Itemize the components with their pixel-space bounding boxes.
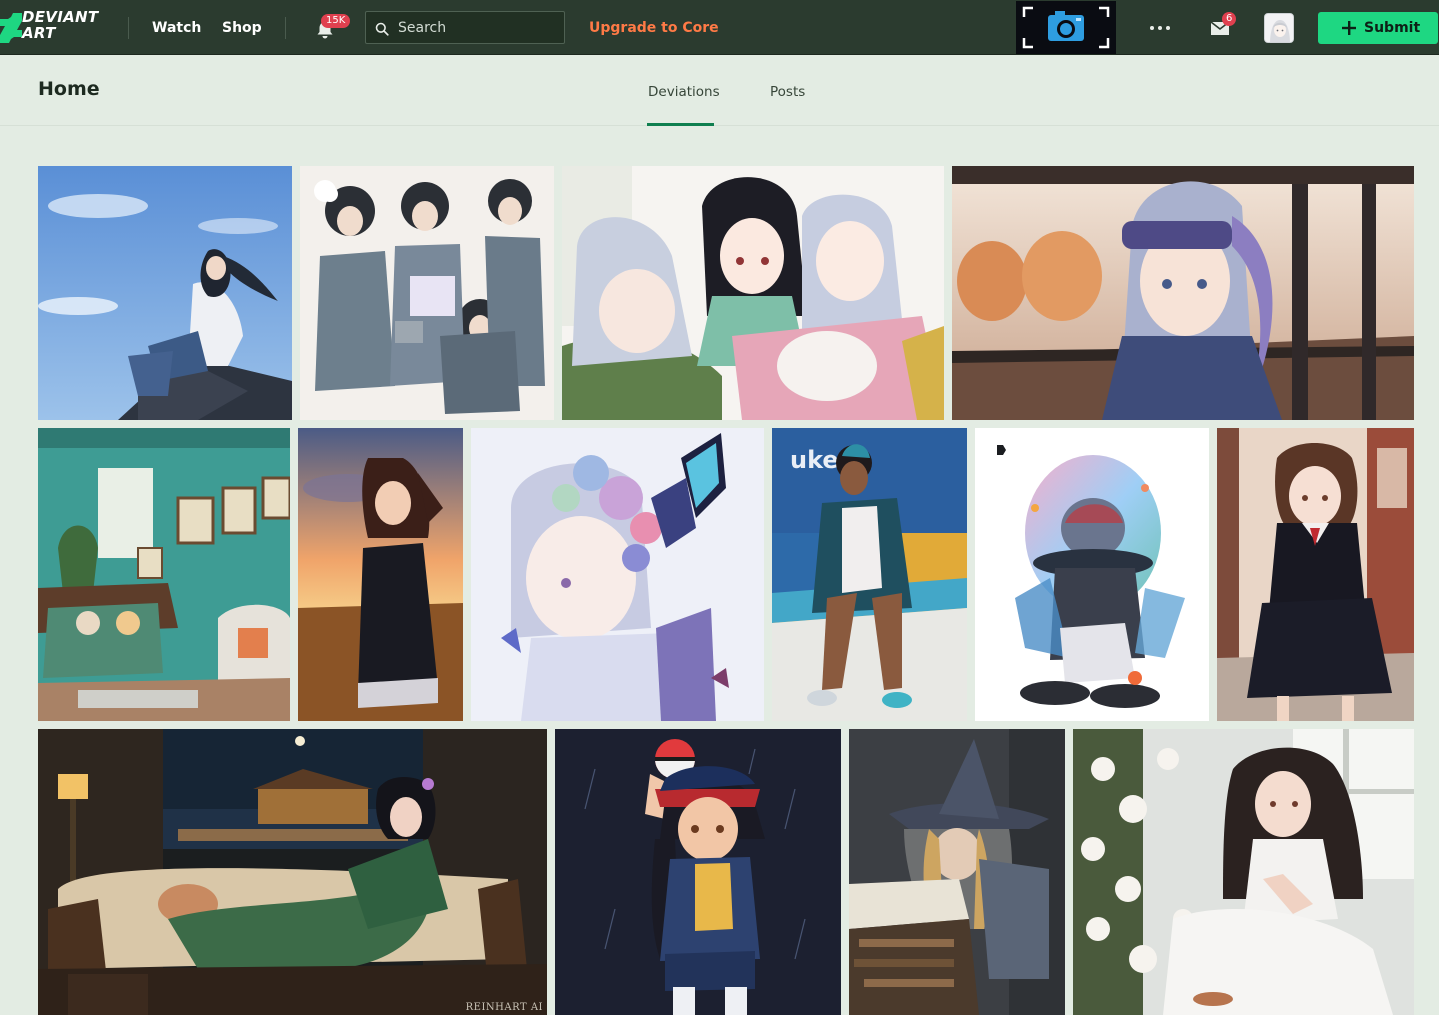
- nav-divider: [285, 17, 286, 39]
- active-tab-indicator: [647, 123, 714, 126]
- page-title: Home: [38, 78, 100, 100]
- deviation-thumbnail[interactable]: ukers: [772, 428, 967, 721]
- search-icon: [375, 22, 389, 36]
- screen-capture-widget[interactable]: [1016, 1, 1116, 54]
- submit-button[interactable]: Submit: [1318, 12, 1438, 44]
- deviation-thumbnail[interactable]: [1073, 729, 1414, 1015]
- notifications-badge: 15K: [321, 14, 351, 28]
- avatar-image: [1265, 14, 1293, 42]
- notifications-button[interactable]: 15K: [313, 14, 353, 42]
- artwork-image: [1217, 428, 1414, 721]
- watch-link[interactable]: Watch: [152, 18, 201, 38]
- artwork-watermark: REINHART AI: [465, 1002, 543, 1013]
- messages-button[interactable]: 6: [1207, 12, 1241, 42]
- more-horizontal-icon: [1150, 26, 1170, 30]
- camera-icon: [1022, 6, 1110, 49]
- search-box[interactable]: [365, 11, 565, 44]
- deviantart-logo-icon: [0, 13, 22, 43]
- artwork-image: [849, 729, 1065, 1015]
- page-subheader: Home Deviations Posts: [0, 56, 1439, 126]
- search-input[interactable]: [398, 12, 558, 43]
- deviantart-logo[interactable]: DEVIANT ART: [0, 10, 108, 44]
- deviation-thumbnail[interactable]: [952, 166, 1414, 420]
- user-avatar[interactable]: [1264, 13, 1294, 43]
- deviation-thumbnail[interactable]: [975, 428, 1209, 721]
- deviation-thumbnail[interactable]: [38, 166, 292, 420]
- artwork-image: [1073, 729, 1414, 1015]
- deviation-thumbnail[interactable]: [849, 729, 1065, 1015]
- more-options-button[interactable]: [1147, 20, 1173, 36]
- artwork-image: [38, 166, 292, 420]
- logo-word-line2: ART: [22, 24, 56, 42]
- artwork-image: [300, 166, 554, 420]
- logo-word-line1: DEVIANT: [22, 8, 99, 26]
- shop-link[interactable]: Shop: [222, 18, 262, 38]
- tag-icon: [314, 180, 336, 202]
- submit-label: Submit: [1364, 20, 1421, 36]
- artwork-image: ukers: [772, 428, 967, 721]
- tag-icon: [991, 440, 1011, 460]
- upgrade-to-core-link[interactable]: Upgrade to Core: [589, 18, 719, 38]
- nav-divider: [128, 17, 129, 39]
- artwork-image: [298, 428, 463, 721]
- plus-icon: [1342, 21, 1356, 35]
- deviation-thumbnail[interactable]: [38, 428, 290, 721]
- tab-posts[interactable]: Posts: [770, 82, 805, 102]
- deviation-thumbnail[interactable]: [300, 166, 554, 420]
- artwork-image: [952, 166, 1414, 420]
- deviation-thumbnail[interactable]: [298, 428, 463, 721]
- artwork-image: [975, 428, 1209, 721]
- deviation-thumbnail[interactable]: [1217, 428, 1414, 721]
- artwork-image: [562, 166, 944, 420]
- artwork-image: [38, 428, 290, 721]
- deviation-thumbnail[interactable]: REINHART AI: [38, 729, 547, 1015]
- deviation-thumbnail[interactable]: [562, 166, 944, 420]
- artwork-image: [471, 428, 764, 721]
- deviation-thumbnail[interactable]: [555, 729, 841, 1015]
- artwork-image: [555, 729, 841, 1015]
- tab-deviations[interactable]: Deviations: [648, 82, 720, 102]
- deviation-thumbnail[interactable]: [471, 428, 764, 721]
- deviation-gallery: ukers REINHART AI: [0, 127, 1439, 1015]
- messages-badge: 6: [1222, 12, 1237, 26]
- artwork-image: [38, 729, 547, 1015]
- top-navigation-bar: DEVIANT ART Watch Shop 15K Upgrade to Co…: [0, 0, 1439, 55]
